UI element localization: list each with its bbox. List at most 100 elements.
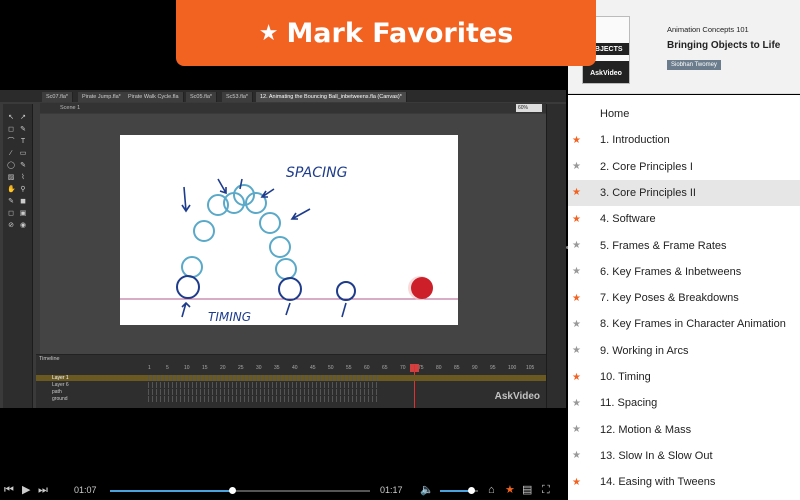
tool-icon[interactable]: ✋ — [7, 186, 16, 194]
tool-icon[interactable]: ◯ — [7, 162, 15, 170]
tool-icon[interactable]: ⌒ — [7, 138, 15, 146]
chapter-item[interactable]: ★ 14. Easing with Tweens — [568, 469, 800, 495]
tool-icon[interactable]: ◻ — [7, 210, 15, 218]
document-tab[interactable]: Pirate Jump.fla* — [78, 92, 126, 102]
course-author: Siobhan Twomey — [667, 60, 721, 70]
chapter-item[interactable]: ★ 10. Timing — [568, 364, 800, 390]
chapter-item[interactable]: ★ 6. Key Frames & Inbetweens — [568, 259, 800, 285]
notes-icon[interactable]: ▤ — [522, 483, 532, 497]
frame-cells[interactable] — [148, 389, 378, 395]
timeline-layer[interactable]: Layer 1 — [36, 375, 546, 381]
volume-icon[interactable]: 🔈 — [420, 483, 434, 497]
frame-number: 90 — [472, 365, 478, 371]
chapter-label: 5. Frames & Frame Rates — [600, 239, 727, 252]
app-window: Sc07.fla* Pirate Jump.fla* Pirate Walk Cyc… — [0, 0, 800, 500]
ball — [411, 277, 433, 299]
progress-knob[interactable] — [229, 487, 237, 494]
tool-icon[interactable]: ∕ — [7, 150, 15, 158]
star-icon[interactable]: ★ — [572, 450, 581, 461]
play-icon[interactable]: ▶ — [22, 483, 30, 497]
key-balls — [176, 275, 356, 301]
chapter-item[interactable]: ★ 7. Key Poses & Breakdowns — [568, 285, 800, 311]
tool-icon[interactable]: ↖ — [7, 114, 15, 122]
star-icon[interactable]: ★ — [572, 319, 581, 330]
star-icon[interactable]: ★ — [572, 187, 581, 198]
timeline-panel[interactable]: Timeline 1 5 10 15 20 25 30 35 40 45 50 55 60 65 70 75 8… — [36, 354, 546, 408]
tool-icon[interactable]: ◻ — [7, 126, 15, 134]
tool-icon[interactable]: ✎ — [7, 198, 15, 206]
star-icon[interactable]: ★ — [572, 135, 581, 146]
chapter-item[interactable]: ★ 12. Motion & Mass — [568, 417, 800, 443]
star-icon[interactable]: ★ — [572, 266, 581, 277]
volume-knob[interactable] — [468, 487, 476, 494]
tool-icon[interactable]: ▣ — [19, 210, 27, 218]
chapter-item[interactable]: ★ 11. Spacing — [568, 390, 800, 416]
chapter-list: Home ★ 1. Introduction ★ 2. Core Principles … — [568, 95, 800, 500]
star-icon[interactable]: ★ — [572, 293, 581, 304]
tool-icon[interactable]: ▨ — [7, 174, 15, 182]
frame-number: 25 — [238, 365, 244, 371]
frame-number: 50 — [328, 365, 334, 371]
frame-number: 100 — [508, 365, 517, 371]
frame-number: 10 — [184, 365, 190, 371]
frame-cells[interactable] — [148, 375, 378, 381]
tool-icon[interactable]: ⌇ — [19, 174, 27, 182]
chapter-item[interactable]: ★ 3. Core Principles II — [568, 179, 800, 206]
star-icon[interactable]: ★ — [572, 214, 581, 225]
star-icon[interactable]: ★ — [572, 477, 581, 488]
document-tab[interactable]: Sc53.fla* — [222, 92, 254, 102]
timeline-layer[interactable]: path — [36, 389, 546, 395]
frame-number: 95 — [490, 365, 496, 371]
scene-bar: Scene 1 60% — [40, 103, 546, 113]
chapter-label: 8. Key Frames in Character Animation — [600, 318, 786, 331]
fullscreen-icon[interactable]: ⛶ — [542, 483, 550, 497]
skip-back-icon[interactable]: ⏮ — [4, 483, 14, 497]
time-current: 01:07 — [74, 485, 97, 495]
tool-icon[interactable]: ◉ — [19, 222, 27, 230]
properties-panel — [546, 104, 566, 408]
tool-icon[interactable]: ✎ — [19, 162, 27, 170]
favorite-icon[interactable]: ★ — [505, 483, 515, 497]
tool-icon[interactable]: ▭ — [19, 150, 27, 158]
volume-slider[interactable] — [440, 487, 478, 494]
chapter-item[interactable]: ★ 8. Key Frames in Character Animation — [568, 311, 800, 337]
timeline-layer[interactable]: ground — [36, 396, 546, 402]
frame-ruler[interactable]: 1 5 10 15 20 25 30 35 40 45 50 55 60 65 70 75 80 85 90 95 10… — [148, 365, 538, 373]
chapter-label: 10. Timing — [600, 371, 651, 383]
frame-number: 70 — [400, 365, 406, 371]
chapter-item[interactable]: Home — [568, 101, 800, 127]
progress-fill — [110, 490, 233, 492]
star-icon[interactable]: ★ — [572, 372, 581, 383]
chapter-item[interactable]: ★ 9. Working in Arcs — [568, 338, 800, 364]
tool-icon[interactable]: ◼ — [19, 198, 27, 206]
mark-favorites-banner[interactable]: ★ Mark Favorites — [176, 0, 596, 66]
document-tab[interactable]: 12. Animating the Bouncing Ball_inbetwee… — [256, 92, 407, 102]
video-player[interactable]: Sc07.fla* Pirate Jump.fla* Pirate Walk Cyc… — [0, 90, 566, 408]
tool-icon[interactable]: T — [19, 138, 27, 146]
star-icon[interactable]: ★ — [572, 161, 581, 172]
chapter-item[interactable]: ★ 5. Frames & Frame Rates — [568, 233, 800, 259]
tool-icon[interactable]: ⚲ — [19, 186, 27, 194]
tool-icon[interactable]: ✎ — [19, 126, 27, 134]
frame-cells[interactable] — [148, 382, 378, 388]
chapter-item[interactable]: ★ 13. Slow In & Slow Out — [568, 443, 800, 469]
star-icon[interactable]: ★ — [572, 398, 581, 409]
frame-cells[interactable] — [148, 396, 378, 402]
skip-forward-icon[interactable]: ⏭ — [38, 483, 48, 497]
star-icon[interactable]: ★ — [572, 240, 581, 251]
document-tab[interactable]: Sc05.fla* — [186, 92, 218, 102]
document-tab[interactable]: Pirate Walk Cycle.fla — [124, 92, 184, 102]
tool-icon[interactable]: ⊘ — [7, 222, 15, 230]
zoom-select[interactable]: 60% — [516, 104, 542, 112]
chapter-item[interactable]: ★ 2. Core Principles I — [568, 154, 800, 180]
timeline-layer[interactable]: Layer 6 — [36, 382, 546, 388]
star-icon[interactable]: ★ — [572, 424, 581, 435]
document-tab[interactable]: Sc07.fla* — [42, 92, 74, 102]
progress-bar[interactable] — [110, 487, 370, 494]
chapter-item[interactable]: ★ 1. Introduction — [568, 127, 800, 153]
star-icon[interactable]: ★ — [572, 345, 581, 356]
home-icon[interactable]: ⌂ — [488, 483, 495, 497]
chapter-label: 1. Introduction — [600, 134, 670, 147]
chapter-item[interactable]: ★ 4. Software — [568, 206, 800, 232]
tool-icon[interactable]: ↗ — [19, 114, 27, 122]
